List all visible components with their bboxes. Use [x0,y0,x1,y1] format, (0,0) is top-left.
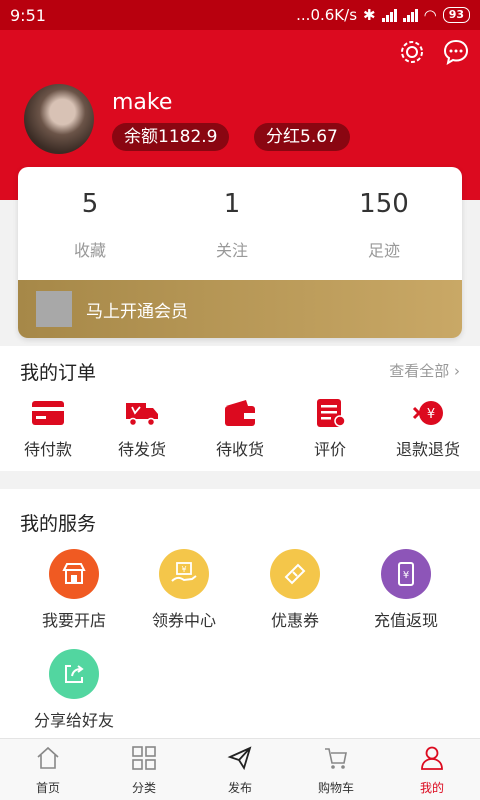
home-icon [37,746,59,769]
balance-badge[interactable]: 余额1182.9 [112,123,230,151]
order-label: 待发货 [117,440,166,459]
service-coupon-center[interactable]: ¥ 领券中心 [134,549,234,631]
stat-label: 收藏 [73,241,106,260]
tab-label: 分类 [131,781,156,795]
service-open-store[interactable]: 我要开店 [24,549,124,631]
order-label: 评价 [313,440,346,459]
services-title: 我的服务 [20,513,97,535]
network-speed: ...0.6K/s [296,6,358,24]
stat-label: 足迹 [367,241,400,260]
tab-label: 发布 [227,781,252,795]
bluetooth-icon: ✱ [363,6,376,24]
ticket-icon [270,549,320,599]
stat-favorites[interactable]: 5 收藏 [30,189,150,261]
tab-label: 购物车 [317,781,354,795]
signal-icon [381,8,397,22]
order-pending-payment[interactable]: 待付款 [8,398,88,460]
truck-icon [126,403,158,427]
cart-icon [325,748,347,769]
stats-card: 5 收藏 1 关注 150 足迹 马上开通会员 [18,167,462,338]
tab-mine[interactable]: 我的 [384,745,480,796]
coupon-center-icon: ¥ [159,549,209,599]
service-label: 领券中心 [151,611,216,630]
send-icon [227,746,252,771]
service-recharge-cashback[interactable]: ¥ 充值返现 [356,549,456,631]
tab-label: 首页 [35,781,60,795]
stat-value: 150 [359,189,409,219]
store-icon [49,549,99,599]
share-icon [49,649,99,699]
vip-label: 马上开通会员 [86,301,188,322]
user-icon [421,746,443,770]
wallet-icon [225,400,255,426]
orders-title: 我的订单 [20,362,97,384]
service-share-friends[interactable]: 分享给好友 [24,649,124,731]
dividend-badge[interactable]: 分红5.67 [254,123,350,151]
order-refund[interactable]: ¥ 退款退货 [386,398,470,460]
tab-home[interactable]: 首页 [0,745,96,796]
svg-text:¥: ¥ [427,407,435,422]
service-label: 分享给好友 [33,711,114,730]
services-section: 我的服务 我要开店 ¥ 领券中心 优惠券 ¥ 充值返现 分享给好友 [0,489,480,738]
bottom-tab-bar: 首页 分类 发布 购物车 我的 [0,738,480,800]
stat-value: 1 [223,189,241,219]
service-label: 充值返现 [373,611,438,630]
order-pending-shipment[interactable]: 待发货 [102,398,182,460]
order-pending-receipt[interactable]: 待收货 [200,398,280,460]
avatar[interactable] [24,84,94,154]
stat-following[interactable]: 1 关注 [172,189,292,261]
svg-text:¥: ¥ [403,570,409,581]
orders-section: 我的订单 查看全部 › 待付款 待发货 待收货 评价 ¥ 退款退货 [0,346,480,471]
settings-gear-icon[interactable] [398,38,426,66]
view-all-label: 查看全部 [389,362,450,380]
chevron-right-icon: › [454,362,460,380]
order-review[interactable]: 评价 [290,398,370,460]
order-label: 退款退货 [395,440,460,459]
vip-thumbnail [36,291,72,327]
card-icon [32,401,64,425]
signal-hd-icon [402,8,418,22]
service-label: 优惠券 [270,611,319,630]
phone-yen-icon: ¥ [381,549,431,599]
status-bar: 9:51 ...0.6K/s ✱ ◠ 93 [0,0,480,30]
review-icon [317,399,346,427]
stat-footprints[interactable]: 150 足迹 [324,189,444,261]
category-icon [132,746,156,770]
message-icon[interactable] [442,38,470,66]
tab-cart[interactable]: 购物车 [288,745,384,796]
svg-text:¥: ¥ [181,565,186,574]
stat-value: 5 [81,189,99,219]
wifi-icon: ◠ [423,6,437,24]
status-time: 9:51 [10,5,46,25]
tab-label: 我的 [419,781,444,795]
service-label: 我要开店 [41,611,106,630]
view-all-orders-link[interactable]: 查看全部 › [389,360,460,381]
refund-icon: ¥ [412,401,443,425]
order-label: 待付款 [23,440,72,459]
stat-label: 关注 [215,241,248,260]
tab-category[interactable]: 分类 [96,745,192,796]
order-label: 待收货 [215,440,264,459]
battery-indicator: 93 [442,7,470,23]
vip-banner[interactable]: 马上开通会员 [18,280,462,338]
tab-publish[interactable]: 发布 [192,745,288,796]
username: make [112,90,173,115]
service-coupons[interactable]: 优惠券 [245,549,345,631]
